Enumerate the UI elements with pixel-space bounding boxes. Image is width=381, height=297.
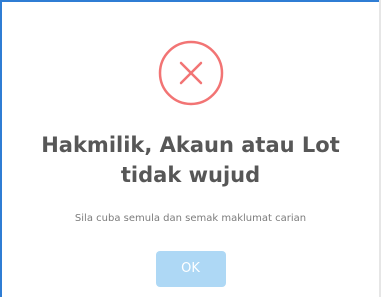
dialog-title-line-2: tidak wujud [120,163,261,187]
dialog-title-line-1: Hakmilik, Akaun atau Lot [41,133,340,157]
dialog-message: Sila cuba semula dan semak maklumat cari… [74,213,307,224]
error-dialog: Hakmilik, Akaun atau Lot tidak wujud Sil… [2,2,379,297]
ok-button[interactable]: OK [155,251,226,287]
dialog-title: Hakmilik, Akaun atau Lot tidak wujud [2,130,379,190]
error-x-circle-icon [158,40,224,106]
